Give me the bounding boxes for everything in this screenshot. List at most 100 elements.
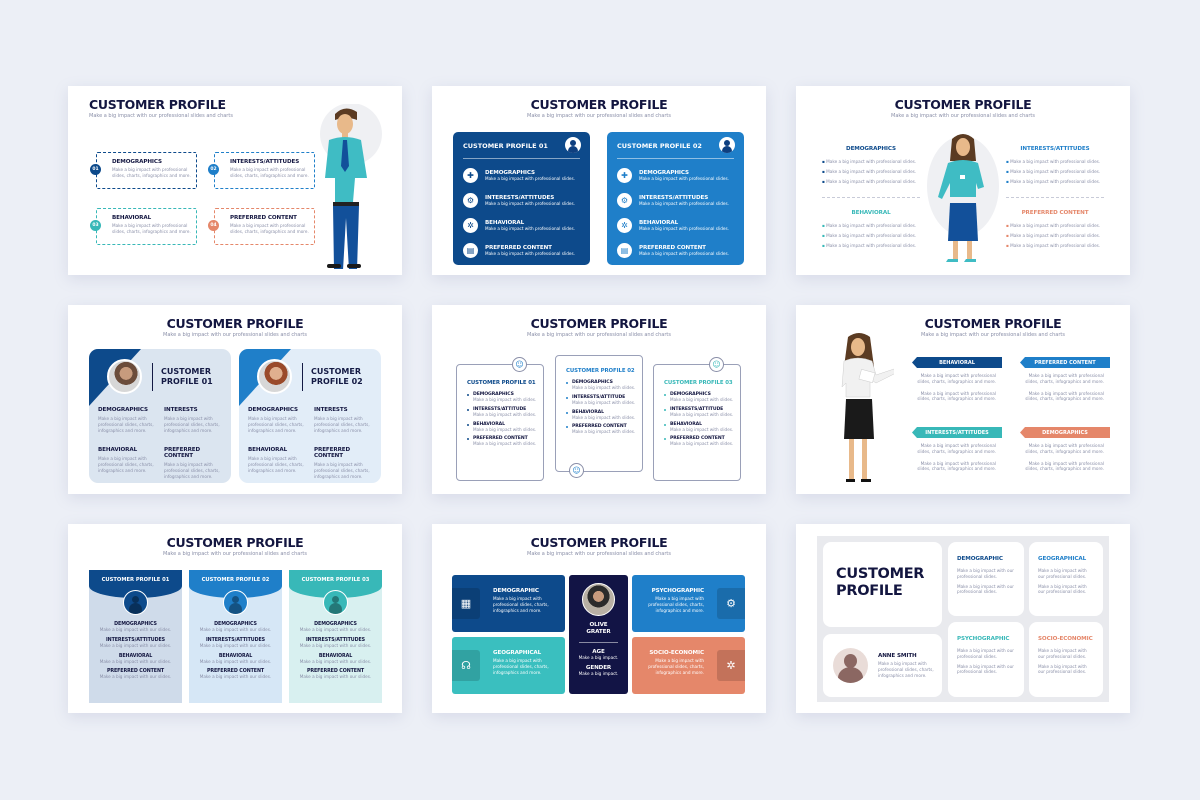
behavioral-banner: BEHAVIORAL — [912, 357, 1002, 368]
divider — [579, 642, 618, 643]
card-row: ✲ BEHAVIORAL Make a big impact with profes… — [463, 213, 580, 238]
bullet-list: ▪ Make a big impact with professional sl… — [1006, 221, 1104, 251]
slide-8-segment-grid[interactable]: CUSTOMER PROFILE Make a big impact with … — [432, 524, 766, 713]
bullet-item: ▪ Make a big impact with professional sl… — [822, 159, 917, 164]
slide-title: CUSTOMER PROFILE — [166, 535, 304, 550]
info-cell: PREFERRED CONTENT Make a big impact with … — [314, 447, 376, 479]
profile-card-01: CUSTOMER PROFILE 01 ✚ DEMOGRAPHICS Make a … — [453, 132, 590, 265]
gender-text: Make a big impact. — [578, 670, 619, 676]
slide-4-photo-profile-cards[interactable]: CUSTOMER PROFILE Make a big impact with … — [68, 305, 402, 494]
cell-heading: BEHAVIORAL — [98, 447, 138, 453]
section-heading: INTERESTS/ATTITUDES — [1020, 146, 1090, 152]
item-text: Make a big impact with slides. — [572, 429, 636, 435]
para: Make a big impact with professional slid… — [1025, 443, 1104, 454]
preferred-content-section: PREFERRED CONTENT ▪ Make a big impact wi… — [1006, 210, 1104, 251]
slide-title: CUSTOMER PROFILE — [836, 566, 924, 600]
person-card: OLIVE GRATER AGE Make a big impact. GENDE… — [569, 575, 628, 694]
user-avatar-icon — [323, 590, 348, 615]
socio-economic-card: SOCIO-ECONOMIC Make a big impact with ou… — [1029, 622, 1103, 697]
bullet-list: ▪ Make a big impact with professional sl… — [822, 221, 920, 251]
bullet-list: ▪ Make a big impact with professional sl… — [822, 157, 920, 187]
geographical-card: ☊ GEOGRAPHICAL Make a big impact with pr… — [452, 637, 565, 694]
row-text: Make a big impact with professional slid… — [485, 225, 575, 231]
slide-subtitle: Make a big impact with our professional … — [527, 113, 671, 119]
profile-photo — [582, 583, 615, 616]
profile-column-01: CUSTOMER PROFILE 01 DEMOGRAPHICS Make a b… — [89, 570, 182, 703]
interests-section: INTERESTS/ATTITUDES ▪ Make a big impact … — [1006, 146, 1104, 187]
person-info: ANNE SMITH Make a big impact with profes… — [878, 653, 938, 678]
box-heading: DEMOGRAPHICS — [112, 159, 162, 165]
cell-text: Make a big impact with our professional … — [957, 583, 1014, 595]
person-card: ANNE SMITH Make a big impact with profes… — [823, 634, 942, 697]
item-text: Make a big impact with our slides. — [99, 642, 172, 648]
box-text: Make a big impact with professional slid… — [230, 167, 309, 178]
slide-6-woman-banners[interactable]: CUSTOMER PROFILE Make a big impact with … — [796, 305, 1130, 494]
profile-card-03: CUSTOMER PROFILE 03 DEMOGRAPHICS Make a b… — [653, 364, 741, 481]
slide-title: CUSTOMER PROFILE — [530, 316, 668, 331]
slide-7-three-columns[interactable]: CUSTOMER PROFILE Make a big impact with … — [68, 524, 402, 713]
box-heading: BEHAVIORAL — [112, 215, 152, 221]
bullet-list: ▪ Make a big impact with professional sl… — [1006, 157, 1104, 187]
cell-text: Make a big impact with professional slid… — [98, 416, 154, 433]
row-text: Make a big impact with professional slid… — [639, 175, 729, 181]
box-text: Make a big impact with professional slid… — [230, 223, 309, 234]
slide-1-numbered-boxes[interactable]: CUSTOMER PROFILE Make a big impact with … — [68, 86, 402, 275]
gears-icon: ⚙ — [617, 193, 632, 208]
cell-text: Make a big impact with our professional … — [957, 663, 1014, 675]
para: Make a big impact with professional slid… — [917, 460, 996, 472]
card-row: ✚ DEMOGRAPHICS Make a big impact with prof… — [463, 163, 580, 188]
item-text: Make a big impact with slides. — [473, 441, 537, 447]
column-items: DEMOGRAPHICS Make a big impact with our s… — [289, 622, 382, 680]
card-row: ▤ PREFERRED CONTENT Make a big impact with… — [617, 238, 734, 263]
cell-text: Make a big impact with professional slid… — [248, 456, 304, 473]
box-heading: PREFERRED CONTENT — [230, 215, 297, 221]
cogs-icon: ✲ — [617, 218, 632, 233]
psychographic-card: PSYCHOGRAPHIC Make a big impact with our… — [948, 622, 1024, 697]
cell-text: Make a big impact with professional slid… — [98, 456, 154, 473]
cell-text: Make a big impact with professional slid… — [164, 462, 220, 479]
cell-heading: DEMOGRAPHIC — [957, 556, 1003, 562]
slide-3-woman-center[interactable]: CUSTOMER PROFILE Make a big impact with … — [796, 86, 1130, 275]
card-text: Make a big impact with professional slid… — [648, 658, 704, 675]
card-heading: GEOGRAPHICAL — [493, 650, 542, 656]
card-row: ⚙ INTERESTS/ATTITUDES Make a big impact wi… — [463, 188, 580, 213]
slide-5-outlined-profile-cards[interactable]: CUSTOMER PROFILE Make a big impact with … — [432, 305, 766, 494]
item-text: Make a big impact with slides. — [572, 414, 636, 420]
name-line: GRATER — [586, 629, 611, 635]
list-item: INTERESTS/ATTITUDE Make a big impact with… — [467, 407, 543, 418]
bullet-text: Make a big impact with professional slid… — [826, 233, 917, 238]
item-text: Make a big impact with our slides. — [199, 642, 272, 648]
user-network-icon: ☺ — [512, 357, 527, 372]
title-line: PROFILE — [836, 583, 903, 599]
cell-text: Make a big impact with our professional … — [1038, 663, 1087, 675]
slide-2-two-profile-cards[interactable]: CUSTOMER PROFILE Make a big impact with … — [432, 86, 766, 275]
cell-heading: BEHAVIORAL — [248, 447, 288, 453]
list-item: PREFERRED CONTENT Make a big impact with … — [566, 424, 642, 435]
slide-subtitle: Make a big impact with our professional … — [891, 113, 1035, 119]
user-network-icon: ☺ — [569, 463, 584, 478]
card-text: Make a big impact with professional slid… — [648, 596, 704, 613]
card-title: CUSTOMER PROFILE 01 — [467, 380, 536, 386]
slide-subtitle: Make a big impact with our professional … — [527, 551, 671, 557]
item-text: Make a big impact with our slides. — [99, 674, 172, 680]
gears-icon: ✲ — [717, 650, 745, 681]
slide-9-rounded-grid[interactable]: CUSTOMER PROFILE ANNE SMITH Make a big i… — [796, 524, 1130, 713]
demographics-box: DEMOGRAPHICS Make a big impact with prof… — [96, 152, 197, 189]
businessman-illustration — [320, 104, 382, 269]
row-text: Make a big impact with professional slid… — [485, 175, 575, 181]
box-text: Make a big impact with professional slid… — [112, 167, 191, 178]
user-avatar-icon — [223, 590, 248, 615]
bullet-item: ▪ Make a big impact with professional sl… — [822, 223, 917, 228]
person-name: OLIVE GRATER — [569, 622, 628, 636]
info-cell: DEMOGRAPHICS Make a big impact with profe… — [98, 407, 158, 433]
item-text: Make a big impact with our slides. — [199, 674, 272, 680]
para: Make a big impact with professional slid… — [917, 443, 996, 454]
section-heading: PREFERRED CONTENT — [1021, 210, 1089, 216]
document-chart-icon: ▦ — [452, 588, 480, 619]
item-text: Make a big impact with our slides. — [299, 642, 372, 648]
item-text: Make a big impact with our slides. — [99, 658, 172, 664]
slide-title: CUSTOMER PROFILE — [166, 316, 304, 331]
para: Make a big impact with professional slid… — [1025, 373, 1104, 384]
para: Make a big impact with professional slid… — [1025, 460, 1104, 472]
user-avatar-icon — [565, 137, 581, 153]
